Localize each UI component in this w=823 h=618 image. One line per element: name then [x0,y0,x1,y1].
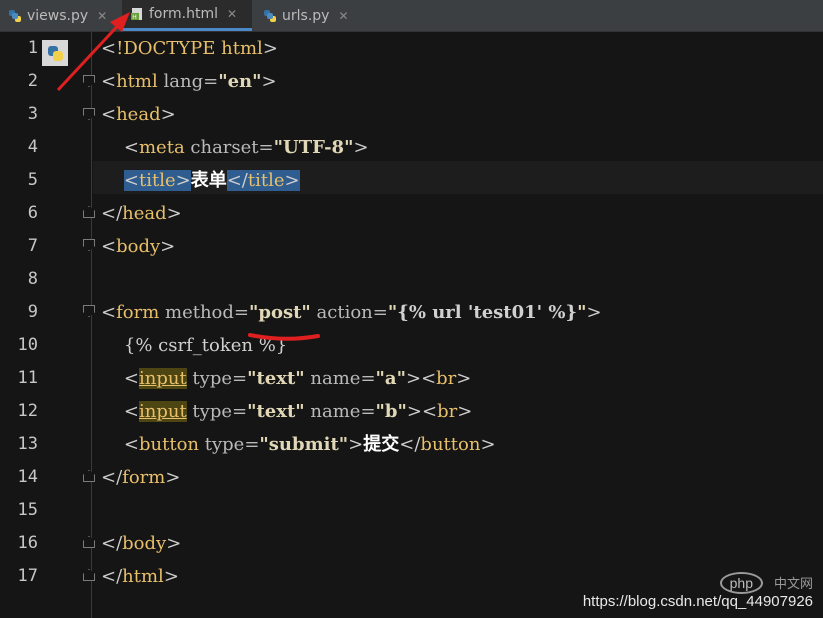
python-file-icon [9,9,21,22]
editor-tab-bar: views.py ✕ H form.html ✕ urls.py ✕ [0,0,823,32]
code-line[interactable]: <form method="post" action="{% url 'test… [101,296,602,329]
line-number: 4 [27,137,38,157]
python-icon [42,40,68,66]
code-line[interactable]: <body> [101,230,175,263]
code-line[interactable]: <html lang="en"> [101,65,277,98]
php-logo-cn: 中文网 [773,576,813,591]
line-number: 7 [27,236,38,256]
code-line[interactable]: <title>表单</title> [101,164,300,197]
watermark-url: https://blog.csdn.net/qq_44907926 [582,593,813,610]
line-number: 6 [27,203,38,223]
code-line[interactable]: <meta charset="UTF-8"> [101,131,369,164]
close-icon[interactable]: ✕ [227,7,237,21]
tab-label: views.py [27,7,89,24]
line-number: 17 [17,566,38,586]
code-line[interactable]: </head> [101,197,182,230]
code-line[interactable]: <head> [101,98,176,131]
svg-text:H: H [132,14,137,21]
html-file-icon: H [131,8,142,21]
line-number: 8 [27,269,38,289]
code-line[interactable]: <input type="text" name="a"><br> [101,362,471,395]
code-line[interactable]: </form> [101,461,180,494]
close-icon[interactable]: ✕ [97,9,107,23]
python-file-icon [264,9,276,22]
code-line[interactable]: {% csrf_token %} [101,329,287,362]
code-line[interactable]: <input type="text" name="b"><br> [101,395,472,428]
tab-label: form.html [149,6,218,22]
line-number: 5 [27,170,38,190]
php-logo: php [719,572,763,594]
line-number: 2 [27,71,38,91]
code-editor[interactable]: 1 2 3 4 5 6 7 8 9 10 11 12 13 14 15 16 1… [0,32,823,618]
tab-form-html[interactable]: H form.html ✕ [122,0,252,31]
line-number: 9 [27,302,38,322]
line-number: 13 [17,434,38,454]
close-icon[interactable]: ✕ [338,9,348,23]
tab-label: urls.py [282,7,330,24]
line-number: 12 [17,401,38,421]
line-number: 16 [17,533,38,553]
line-number: 11 [17,368,38,388]
line-number: 1 [27,38,38,58]
line-number: 10 [17,335,38,355]
code-line[interactable]: <!DOCTYPE html> [101,32,278,65]
code-line[interactable]: </html> [101,560,179,593]
line-number: 14 [17,467,38,487]
line-number: 3 [27,104,38,124]
tab-views-py[interactable]: views.py ✕ [0,0,120,31]
tab-urls-py[interactable]: urls.py ✕ [255,0,360,31]
code-line[interactable]: </body> [101,527,181,560]
line-number: 15 [17,500,38,520]
code-line[interactable]: <button type="submit">提交</button> [101,428,496,461]
